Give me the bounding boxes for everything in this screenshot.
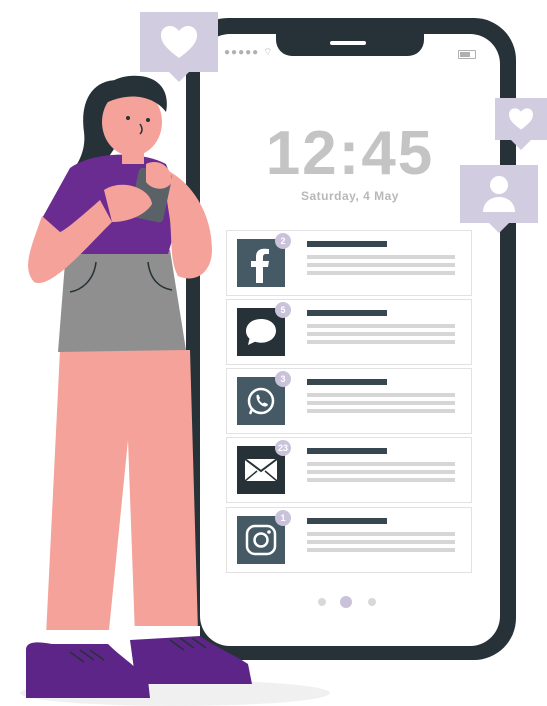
notification-text-placeholder <box>307 393 455 397</box>
notification-title-placeholder <box>307 241 387 247</box>
notification-title-placeholder <box>307 310 387 316</box>
notification-text-placeholder <box>307 470 455 474</box>
notification-title-placeholder <box>307 379 387 385</box>
notification-text-placeholder <box>307 324 455 328</box>
battery-icon <box>458 50 476 59</box>
notification-text-placeholder <box>307 332 455 336</box>
notification-text-placeholder <box>307 401 455 405</box>
user-bubble <box>460 165 538 233</box>
notification-text-placeholder <box>307 462 455 466</box>
shorts <box>58 250 186 352</box>
phone-speaker <box>330 41 366 45</box>
page-dot[interactable] <box>368 598 376 606</box>
notification-text-placeholder <box>307 548 455 552</box>
notification-text-placeholder <box>307 409 455 413</box>
notification-text-placeholder <box>307 540 455 544</box>
page-dot[interactable] <box>318 598 326 606</box>
notification-title-placeholder <box>307 448 387 454</box>
notification-text-placeholder <box>307 340 455 344</box>
left-shoe <box>26 642 150 698</box>
heart-bubble <box>495 98 547 150</box>
user-icon <box>483 176 515 212</box>
notification-title-placeholder <box>307 518 387 524</box>
right-hand <box>146 162 172 189</box>
right-shoe <box>130 636 252 684</box>
notification-text-placeholder <box>307 263 455 267</box>
page-dot-active[interactable] <box>340 596 352 608</box>
woman-illustration <box>26 75 252 698</box>
notification-text-placeholder <box>307 271 455 275</box>
heart-icon <box>509 108 533 130</box>
notification-text-placeholder <box>307 255 455 259</box>
legs <box>46 350 198 640</box>
notification-text-placeholder <box>307 532 455 536</box>
notification-text-placeholder <box>307 478 455 482</box>
left-sock <box>44 630 110 646</box>
